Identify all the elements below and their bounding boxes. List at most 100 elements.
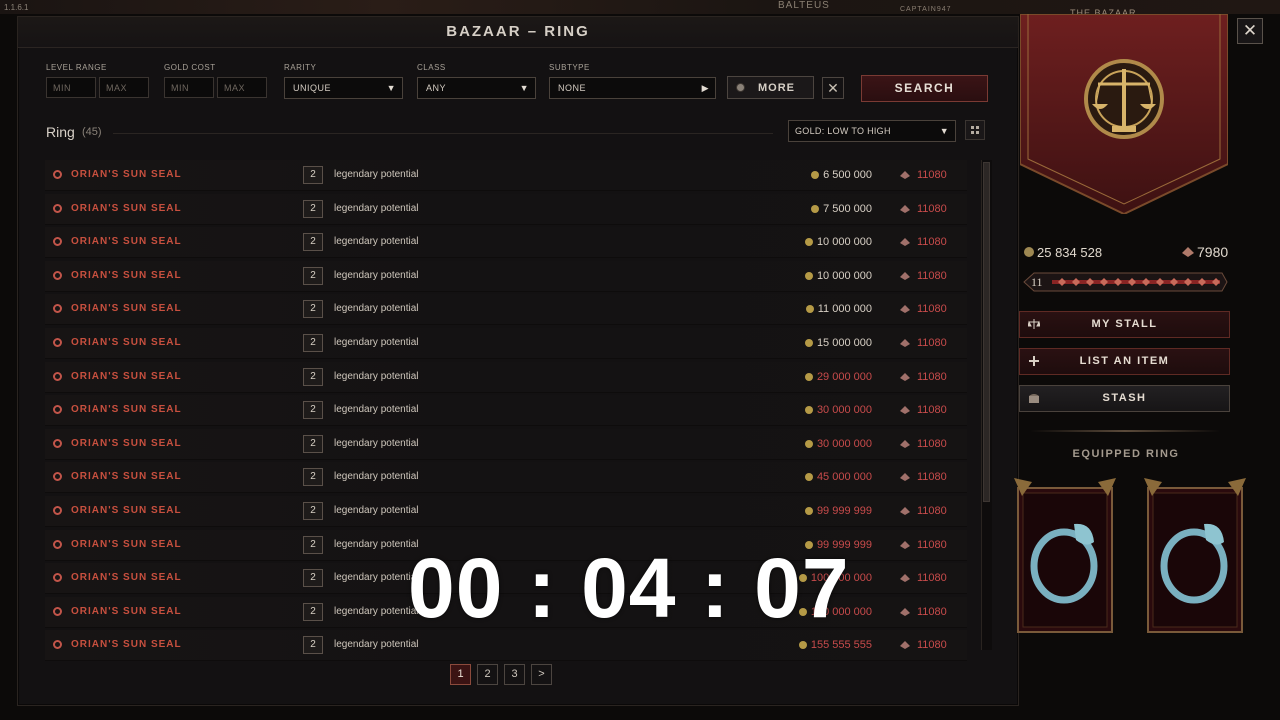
favor-icon xyxy=(900,171,910,179)
my-stall-button[interactable]: MY STALL xyxy=(1019,311,1230,338)
search-button[interactable]: SEARCH xyxy=(861,75,988,102)
listing-row[interactable]: ORIAN'S SUN SEAL 2 legendary potential 30 0… xyxy=(45,428,967,460)
item-name: ORIAN'S SUN SEAL xyxy=(71,505,182,516)
list-title: Ring xyxy=(46,124,75,140)
item-favor: 11080 xyxy=(917,437,947,450)
gold-min-input[interactable]: MIN xyxy=(164,77,214,98)
rarity-select[interactable]: UNIQUE ▼ xyxy=(284,77,403,99)
lp-badge: 2 xyxy=(303,266,323,285)
lp-text: legendary potential xyxy=(334,505,419,516)
listing-row[interactable]: ORIAN'S SUN SEAL 2 legendary potential 7 50… xyxy=(45,193,967,225)
listing-row[interactable]: ORIAN'S SUN SEAL 2 legendary potential 15 0… xyxy=(45,328,967,359)
item-favor: 11080 xyxy=(917,471,947,484)
page-button-1[interactable]: 1 xyxy=(450,664,471,685)
item-price: 15 000 000 xyxy=(816,337,872,349)
gold-coin-icon xyxy=(811,171,820,179)
favor-icon xyxy=(900,607,910,616)
listing-row[interactable]: ORIAN'S SUN SEAL 2 legendary potential 6 50… xyxy=(45,160,967,191)
unique-item-icon xyxy=(53,506,62,515)
lp-text: legendary potential xyxy=(334,169,419,180)
favor-icon xyxy=(900,339,910,347)
page-button-2[interactable]: 2 xyxy=(477,664,498,685)
more-filters-button[interactable]: MORE xyxy=(727,76,814,99)
listing-row[interactable]: ORIAN'S SUN SEAL 2 legendary potential 11 0… xyxy=(45,294,967,326)
unique-item-icon xyxy=(53,573,62,583)
dropdown-arrow-icon: ▼ xyxy=(519,83,529,93)
listing-row[interactable]: ORIAN'S SUN SEAL 2 legendary potential 29 0… xyxy=(45,361,967,393)
item-name: ORIAN'S SUN SEAL xyxy=(71,269,182,281)
item-favor: 11080 xyxy=(917,202,947,215)
item-price: 7 500 000 xyxy=(823,202,872,215)
gold-coin-icon xyxy=(804,372,813,381)
clear-filters-button[interactable]: ✕ xyxy=(822,77,844,99)
unique-item-icon xyxy=(53,472,62,482)
class-select[interactable]: ANY ▼ xyxy=(417,77,536,99)
divider xyxy=(113,133,773,134)
subtype-label: SUBTYPE xyxy=(549,63,590,72)
gold-coin-icon xyxy=(804,439,813,448)
item-price: 30 000 000 xyxy=(816,437,872,450)
background-player-name: BALTEUS xyxy=(778,0,830,11)
lp-text: legendary potential xyxy=(334,471,419,483)
favor-icon xyxy=(900,473,910,482)
item-price: 11 000 000 xyxy=(817,303,872,316)
item-price: 45 000 000 xyxy=(816,471,872,484)
gold-coin-icon xyxy=(804,271,813,280)
gold-coin-icon xyxy=(804,238,813,247)
list-item-button[interactable]: LIST AN ITEM xyxy=(1019,348,1230,375)
item-favor: 11080 xyxy=(917,303,947,316)
item-name: ORIAN'S SUN SEAL xyxy=(71,471,182,483)
sort-value: GOLD: LOW TO HIGH xyxy=(795,126,891,136)
unique-item-icon xyxy=(53,438,62,448)
dropdown-arrow-icon: ▼ xyxy=(939,126,949,136)
plus-circle-icon xyxy=(736,83,745,92)
lp-badge: 2 xyxy=(303,233,323,252)
chevron-right-icon: ▶ xyxy=(701,83,709,93)
item-name: ORIAN'S SUN SEAL xyxy=(71,370,182,382)
listing-row[interactable]: ORIAN'S SUN SEAL 2 legendary potential 45 0… xyxy=(45,462,967,494)
item-name: ORIAN'S SUN SEAL xyxy=(71,572,182,584)
stash-button[interactable]: STASH xyxy=(1019,385,1230,412)
lp-text: legendary potential xyxy=(334,538,419,550)
item-name: ORIAN'S SUN SEAL xyxy=(71,437,182,449)
item-name: ORIAN'S SUN SEAL xyxy=(71,303,182,315)
stash-label: STASH xyxy=(1102,392,1147,404)
unique-item-icon xyxy=(53,606,62,616)
page-button-3[interactable]: 3 xyxy=(504,664,525,685)
gold-balance: 25 834 528 xyxy=(1037,245,1103,260)
level-max-input[interactable]: MAX xyxy=(99,77,149,98)
close-button[interactable]: ✕ xyxy=(1237,18,1263,44)
favor-icon xyxy=(900,372,910,381)
item-price: 30 000 000 xyxy=(816,404,872,417)
chest-icon xyxy=(1029,394,1039,403)
unique-item-icon xyxy=(53,640,62,650)
gold-max-input[interactable]: MAX xyxy=(217,77,267,98)
lp-text: legendary potential xyxy=(334,303,419,315)
favor-icon xyxy=(900,439,910,448)
sort-select[interactable]: GOLD: LOW TO HIGH ▼ xyxy=(788,120,956,142)
level-min-input[interactable]: MIN xyxy=(46,77,96,98)
favor-icon xyxy=(1182,247,1194,257)
item-name: ORIAN'S SUN SEAL xyxy=(71,404,182,416)
listing-row[interactable]: ORIAN'S SUN SEAL 2 legendary potential 99 9… xyxy=(45,496,967,527)
unique-item-icon xyxy=(53,405,62,415)
rarity-value: UNIQUE xyxy=(293,83,332,93)
listing-row[interactable]: ORIAN'S SUN SEAL 2 legendary potential 10 0… xyxy=(45,227,967,259)
unique-item-icon xyxy=(53,371,62,381)
gold-coin-icon xyxy=(804,406,813,415)
class-label: CLASS xyxy=(417,63,446,72)
next-page-button[interactable]: > xyxy=(531,664,552,685)
unique-item-icon xyxy=(53,338,62,347)
lp-text: legendary potential xyxy=(334,370,419,382)
subtype-select[interactable]: NONE ▶ xyxy=(549,77,716,99)
equipped-ring-slot-2[interactable] xyxy=(1144,478,1246,636)
item-name: ORIAN'S SUN SEAL xyxy=(71,202,182,214)
grid-view-button[interactable] xyxy=(965,120,985,140)
equipped-ring-slot-1[interactable] xyxy=(1014,478,1116,636)
item-favor: 11080 xyxy=(917,639,947,652)
item-favor: 11080 xyxy=(917,236,947,249)
listing-row[interactable]: ORIAN'S SUN SEAL 2 legendary potential 10 0… xyxy=(45,260,967,292)
scrollbar-thumb[interactable] xyxy=(983,162,990,502)
listing-row[interactable]: ORIAN'S SUN SEAL 2 legendary potential 30 0… xyxy=(45,395,967,427)
item-price: 10 000 000 xyxy=(816,236,872,249)
